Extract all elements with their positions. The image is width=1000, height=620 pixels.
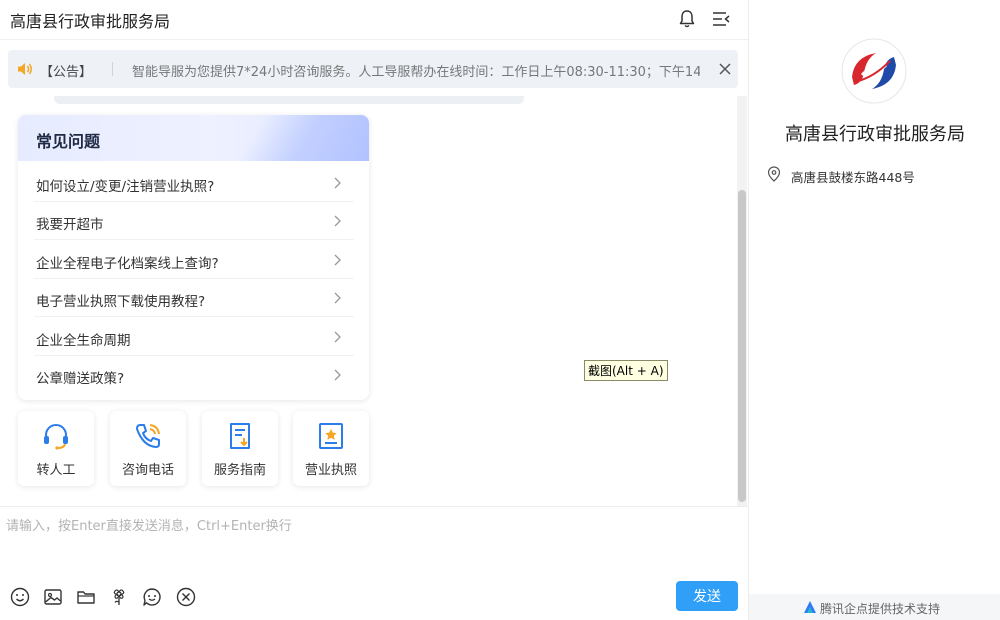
faq-item[interactable]: 如何设立/变更/注销营业执照?: [34, 164, 354, 202]
faq-header: 常见问题: [18, 115, 369, 161]
location-pin-icon: [767, 166, 781, 182]
quick-action-label: 转人工: [36, 463, 76, 478]
chevron-right-icon: [334, 254, 341, 266]
announcement-bar: 【公告】 智能导服为您提供7*24小时咨询服务。人工导服帮办在线时间：工作日上午…: [8, 50, 738, 88]
chevron-right-icon: [334, 177, 341, 189]
faq-item-label: 如何设立/变更/注销营业执照?: [36, 179, 215, 195]
org-address: 高唐县鼓楼东路448号: [791, 170, 915, 185]
faq-item[interactable]: 企业全生命周期: [34, 318, 354, 356]
powered-by-footer: 腾讯企点提供技术支持: [749, 594, 1000, 620]
chevron-right-icon: [334, 369, 341, 381]
faq-item[interactable]: 企业全程电子化档案线上查询?: [34, 241, 354, 279]
transfer-to-agent-button[interactable]: 转人工: [18, 411, 94, 486]
previous-message-bubble: [54, 96, 524, 104]
close-circle-icon[interactable]: [175, 586, 197, 608]
chat-header: 高唐县行政审批服务局: [0, 0, 748, 40]
bell-icon[interactable]: [676, 8, 698, 30]
speaker-icon: [16, 60, 34, 78]
phone-icon: [136, 424, 160, 448]
announcement-tag: 【公告】: [40, 65, 93, 80]
app-window: 高唐县行政审批服务局 【公告】 智能导服为您提供7*24小时咨询服务。人工导服帮…: [0, 0, 1000, 620]
faq-item-label: 电子营业执照下载使用教程?: [36, 294, 206, 310]
faq-item[interactable]: 电子营业执照下载使用教程?: [34, 279, 354, 317]
announcement-text: 智能导服为您提供7*24小时咨询服务。人工导服帮办在线时间：工作日上午08:30…: [132, 65, 700, 80]
folder-icon[interactable]: [75, 586, 97, 608]
scrollbar-thumb[interactable]: [738, 190, 746, 502]
emoji-icon[interactable]: [9, 586, 31, 608]
org-logo: [841, 38, 907, 104]
chat-panel: 高唐县行政审批服务局 【公告】 智能导服为您提供7*24小时咨询服务。人工导服帮…: [0, 0, 748, 620]
chevron-right-icon: [334, 331, 341, 343]
service-guide-button[interactable]: 服务指南: [202, 411, 278, 486]
tencent-qidian-logo-icon: [804, 601, 816, 613]
faq-title: 常见问题: [36, 132, 101, 151]
faq-item-label: 公章赠送政策?: [36, 371, 125, 387]
org-name: 高唐县行政审批服务局: [785, 124, 965, 145]
quick-action-label: 服务指南: [213, 463, 266, 478]
chat-bubble-icon[interactable]: [141, 586, 163, 608]
send-button[interactable]: 发送: [676, 581, 738, 611]
guide-icon: [230, 423, 250, 449]
close-icon[interactable]: [716, 60, 734, 78]
headset-icon: [44, 424, 68, 450]
flower-icon[interactable]: [108, 586, 130, 608]
screenshot-tooltip: 截图(Alt + A): [584, 360, 668, 381]
chevron-right-icon: [334, 215, 341, 227]
consult-phone-button[interactable]: 咨询电话: [110, 411, 186, 486]
input-area: 发送: [0, 506, 748, 620]
faq-card: 常见问题 如何设立/变更/注销营业执照? 我要开超市 企业全程电子化档案线上查询…: [18, 115, 369, 400]
powered-by-text: 腾讯企点提供技术支持: [820, 602, 941, 616]
org-info-panel: 高唐县行政审批服务局 高唐县鼓楼东路448号 腾讯企点提供技术支持: [748, 0, 1000, 620]
license-icon: [319, 423, 343, 449]
business-license-button[interactable]: 营业执照: [293, 411, 369, 486]
menu-collapse-icon[interactable]: [710, 8, 732, 30]
faq-item[interactable]: 公章赠送政策?: [34, 356, 354, 394]
faq-item-label: 企业全生命周期: [36, 333, 131, 349]
quick-action-label: 营业执照: [304, 463, 357, 478]
faq-item-label: 企业全程电子化档案线上查询?: [36, 256, 219, 272]
chevron-right-icon: [334, 292, 341, 304]
message-input[interactable]: [6, 515, 726, 575]
quick-action-label: 咨询电话: [121, 463, 174, 478]
faq-item[interactable]: 我要开超市: [34, 202, 354, 240]
page-title: 高唐县行政审批服务局: [10, 12, 171, 31]
faq-item-label: 我要开超市: [36, 217, 104, 233]
image-icon[interactable]: [42, 586, 64, 608]
announcement-divider: [112, 62, 113, 76]
